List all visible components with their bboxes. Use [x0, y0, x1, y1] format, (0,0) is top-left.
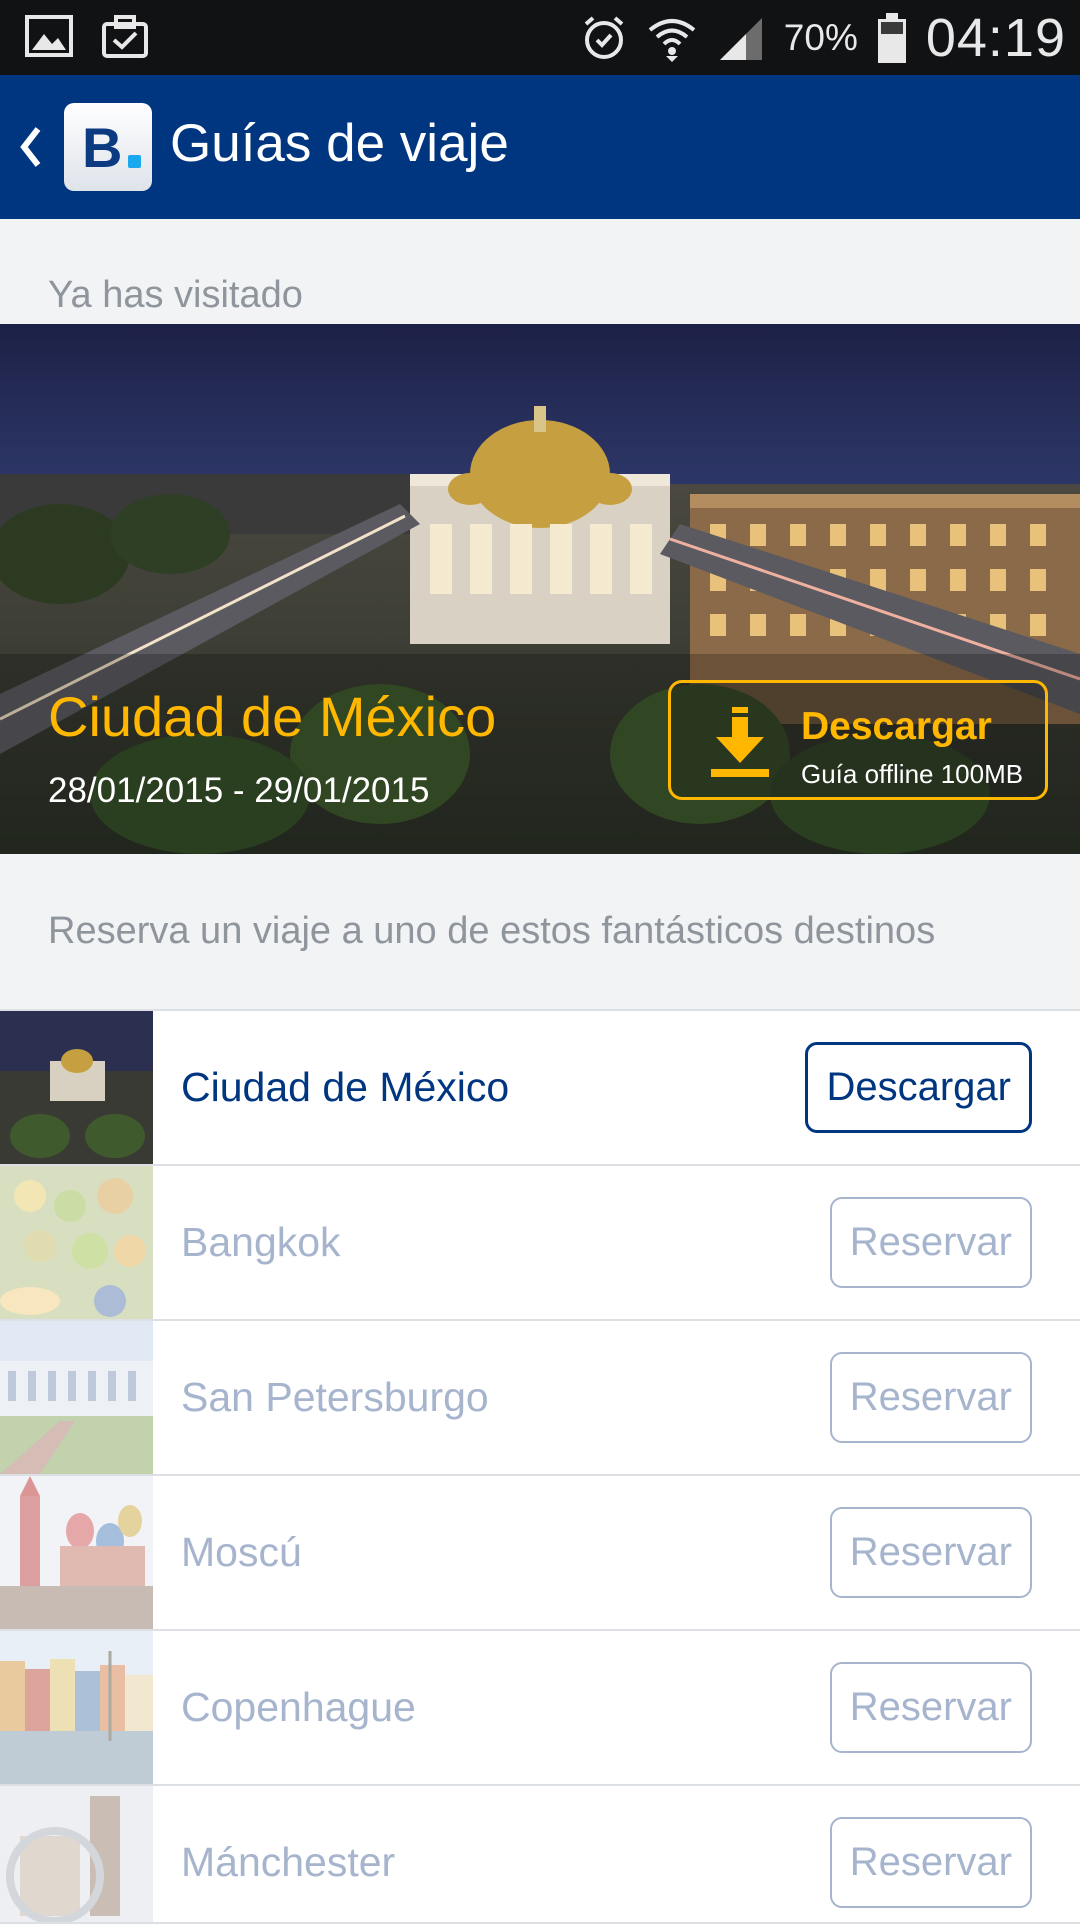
clipboard-check-icon: [100, 14, 150, 60]
destination-name: Ciudad de México: [181, 1064, 510, 1110]
destination-name: San Petersburgo: [181, 1374, 489, 1420]
battery-icon: [876, 12, 908, 64]
download-size: Guía offline 100MB: [801, 759, 1024, 789]
battery-percent: 70%: [783, 16, 858, 58]
destinations-header: Reserva un viaje a uno de estos fantásti…: [48, 910, 936, 952]
list-item[interactable]: San Petersburgo Reservar: [0, 1321, 1080, 1476]
destination-thumbnail: [0, 1786, 153, 1922]
list-item[interactable]: Bangkok Reservar: [0, 1166, 1080, 1321]
visited-dates: 28/01/2015 - 29/01/2015: [48, 771, 430, 810]
booking-logo: B: [64, 103, 152, 191]
destination-thumbnail: [0, 1011, 153, 1164]
destination-name: Copenhague: [181, 1684, 416, 1730]
gallery-icon: [24, 14, 74, 60]
signal-icon: [716, 14, 766, 62]
destination-thumbnail: [0, 1631, 153, 1784]
download-button[interactable]: Descargar: [805, 1042, 1032, 1133]
visited-header: Ya has visitado: [48, 274, 303, 316]
destination-name: Mánchester: [181, 1839, 396, 1885]
chevron-left-icon: [20, 127, 41, 167]
destination-name: Bangkok: [181, 1219, 341, 1265]
book-button[interactable]: Reservar: [829, 1197, 1032, 1288]
list-item[interactable]: Ciudad de México Descargar: [0, 1011, 1080, 1166]
list-item[interactable]: Moscú Reservar: [0, 1476, 1080, 1631]
status-bar: 70% 04:19: [0, 0, 1080, 75]
download-label: Descargar: [801, 705, 992, 748]
page-title: Guías de viaje: [170, 114, 509, 173]
destination-name: Moscú: [181, 1529, 302, 1575]
logo-dot: [128, 155, 141, 168]
book-button[interactable]: Reservar: [829, 1662, 1032, 1753]
list-item[interactable]: Copenhague Reservar: [0, 1631, 1080, 1786]
visited-city-name: Ciudad de México: [48, 685, 497, 748]
back-button[interactable]: [10, 113, 50, 181]
app-bar: B Guías de viaje: [0, 75, 1080, 219]
book-button[interactable]: Reservar: [829, 1507, 1032, 1598]
destination-list: Ciudad de México Descargar Bangkok Reser…: [0, 1009, 1080, 1924]
destination-thumbnail: [0, 1166, 153, 1319]
book-button[interactable]: Reservar: [829, 1352, 1032, 1443]
destination-thumbnail: [0, 1476, 153, 1629]
download-guide-button[interactable]: Descargar Guía offline 100MB: [668, 680, 1048, 800]
alarm-icon: [580, 14, 628, 62]
visited-city-card[interactable]: Ciudad de México 28/01/2015 - 29/01/2015…: [0, 324, 1080, 854]
download-icon: [711, 707, 769, 777]
book-button[interactable]: Reservar: [829, 1817, 1032, 1908]
wifi-icon: [646, 14, 698, 62]
list-item[interactable]: Mánchester Reservar: [0, 1786, 1080, 1924]
destination-thumbnail: [0, 1321, 153, 1474]
logo-letter: B: [82, 116, 123, 179]
clock: 04:19: [925, 7, 1066, 68]
